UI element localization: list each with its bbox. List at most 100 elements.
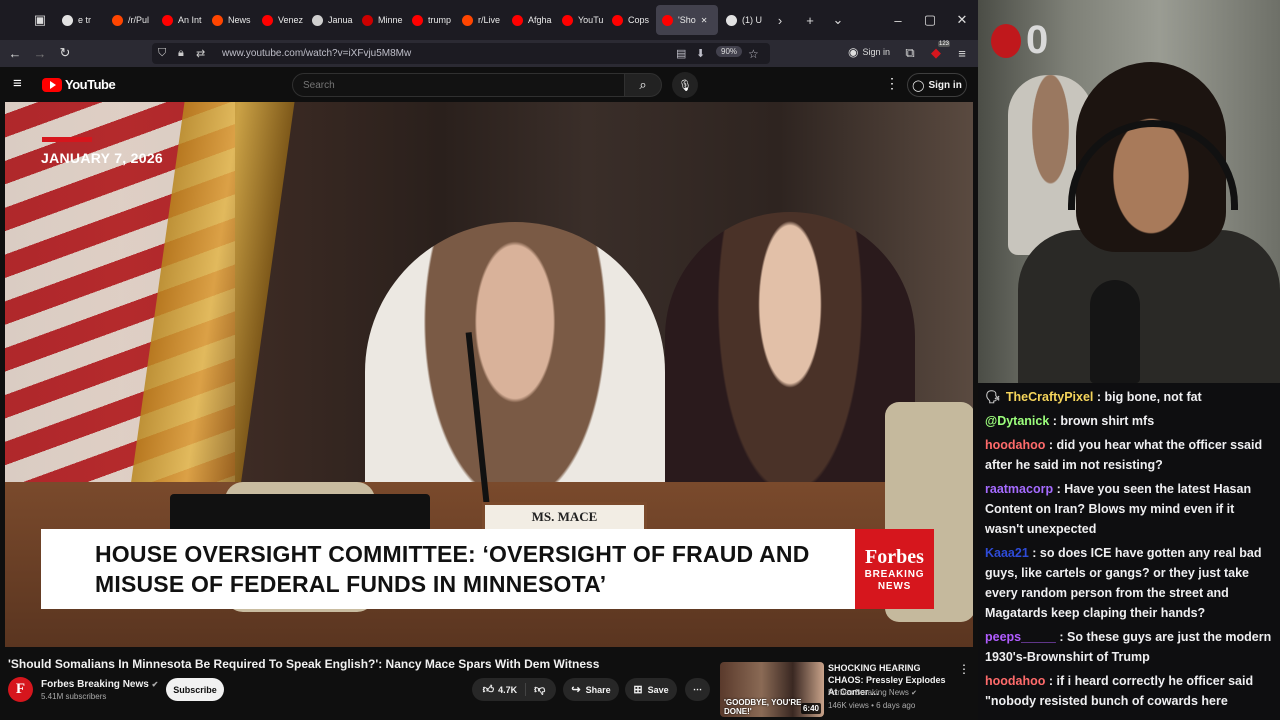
- browser-tab[interactable]: Minne: [356, 5, 404, 35]
- new-tab-icon[interactable]: +: [798, 8, 822, 32]
- save-button[interactable]: ⊞ Save: [625, 678, 677, 701]
- search-button[interactable]: ⌕: [624, 73, 662, 97]
- chat-username[interactable]: hoodahoo: [985, 674, 1045, 688]
- close-window-icon[interactable]: ✕: [950, 8, 974, 32]
- date-accent-bar: [42, 137, 92, 142]
- microphone-icon: 🎙︎: [678, 79, 692, 92]
- video-player[interactable]: MS. MACE JANUARY 7, 2026 HOUSE OVERSIGHT…: [5, 102, 973, 647]
- tab-label: (1) U: [742, 15, 762, 25]
- tab-label: YouTu: [578, 15, 604, 25]
- reload-icon[interactable]: ↻: [55, 43, 75, 63]
- browser-tab[interactable]: Afgha: [506, 5, 554, 35]
- share-label: Share: [585, 684, 611, 695]
- chat-username[interactable]: Kaaa21: [985, 546, 1029, 560]
- tab-label: trump: [428, 15, 452, 25]
- browser-tab[interactable]: YouTu: [556, 5, 604, 35]
- extensions-icon[interactable]: ⧉: [900, 43, 920, 63]
- more-horizontal-icon: ⋯: [693, 684, 702, 694]
- tab-label: News: [228, 15, 251, 25]
- settings-more-icon[interactable]: ⋮: [885, 75, 899, 92]
- permissions-icon[interactable]: ⇄: [196, 47, 210, 60]
- streamer-webcam: 0: [978, 0, 1280, 383]
- chat-message: 🗣 TheCraftyPixel : big bone, not fat: [985, 390, 1202, 404]
- share-button[interactable]: ↪ Share: [563, 678, 619, 701]
- tab-favicon-icon: [726, 14, 737, 26]
- save-label: Save: [647, 684, 669, 695]
- channel-name-text[interactable]: Forbes Breaking News: [41, 679, 149, 690]
- search-input[interactable]: [292, 73, 625, 97]
- forbes-breaking-text: BREAKING: [864, 568, 925, 580]
- browser-tab[interactable]: /r/Pul: [106, 5, 154, 35]
- recommended-channel-text[interactable]: Forbes Breaking News: [828, 688, 909, 697]
- tab-label: Cops: [628, 15, 650, 25]
- zoom-badge[interactable]: 90%: [716, 46, 743, 57]
- tab-label: Afgha: [528, 15, 552, 25]
- chat-username[interactable]: raatmacorp: [985, 482, 1053, 496]
- browser-tab[interactable]: e tr: [56, 5, 104, 35]
- youtube-signin-label: Sign in: [928, 79, 962, 91]
- tab-scroll-right-icon[interactable]: ›: [768, 8, 792, 32]
- recommended-channel[interactable]: Forbes Breaking News ✔: [828, 688, 917, 697]
- browser-tab[interactable]: r/Live: [456, 5, 504, 35]
- menu-icon[interactable]: ≡: [952, 43, 972, 63]
- tab-label: Janua: [328, 15, 353, 25]
- tab-label: An Int: [178, 15, 202, 25]
- back-icon[interactable]: ←: [5, 43, 25, 63]
- overlay-glyph: 0: [1026, 18, 1049, 62]
- close-tab-icon[interactable]: ✕: [701, 16, 708, 25]
- browser-tab[interactable]: An Int: [156, 5, 204, 35]
- youtube-signin-button[interactable]: ◯ Sign in: [907, 73, 967, 97]
- nav-bar: ← → ↻ ⛉ 🔒︎ ⇄ www.youtube.com/watch?v=iXF…: [0, 40, 978, 67]
- chat-username[interactable]: peeps_____: [985, 630, 1056, 644]
- youtube-play-icon: [42, 77, 62, 92]
- like-button[interactable]: 👍︎ 4.7K: [475, 683, 527, 696]
- url-text[interactable]: www.youtube.com/watch?v=iXFvju5M8Mw: [222, 48, 411, 59]
- chat-message: peeps_____ : So these guys are just the …: [985, 630, 1272, 664]
- tab-label: /r/Pul: [128, 15, 150, 25]
- browser-tab[interactable]: (1) U: [720, 5, 768, 35]
- channel-avatar[interactable]: F: [8, 677, 33, 702]
- browser-tab[interactable]: Cops: [606, 5, 654, 35]
- more-actions-button[interactable]: ⋯: [685, 678, 710, 701]
- like-count: 4.7K: [498, 684, 518, 695]
- save-icon: ⊞: [633, 684, 643, 696]
- browser-tab[interactable]: Janua: [306, 5, 354, 35]
- overlay-badge: [991, 24, 1021, 58]
- subscribe-button[interactable]: Subscribe: [166, 678, 224, 701]
- search-icon: ⌕: [639, 77, 647, 92]
- maximize-icon[interactable]: ▢: [918, 8, 942, 32]
- chat-username[interactable]: hoodahoo: [985, 438, 1045, 452]
- extension-badge-icon[interactable]: ◆ 123: [926, 41, 950, 63]
- voice-search-button[interactable]: 🎙︎: [672, 72, 698, 98]
- forbes-breaking-news-logo: Forbes BREAKING NEWS: [855, 529, 934, 609]
- channel-name[interactable]: Forbes Breaking News ✔: [41, 679, 158, 690]
- recommended-thumbnail[interactable]: 'GOODBYE, YOU'RE DONE!' 6:40: [720, 662, 824, 717]
- reader-view-icon[interactable]: ▤: [676, 47, 686, 60]
- hamburger-icon[interactable]: ≡: [13, 75, 22, 92]
- bookmark-star-icon[interactable]: ☆: [748, 47, 759, 61]
- chat-username[interactable]: TheCraftyPixel: [1006, 390, 1094, 404]
- chat-username[interactable]: @Dytanick: [985, 414, 1049, 428]
- browser-tab[interactable]: trump: [406, 5, 454, 35]
- browser-tab[interactable]: News: [206, 5, 254, 35]
- browser-tab[interactable]: Venez: [256, 5, 304, 35]
- forward-icon[interactable]: →: [30, 43, 50, 63]
- shield-icon[interactable]: ⛉: [158, 47, 172, 60]
- dislike-button[interactable]: 👎︎: [526, 683, 553, 696]
- tab-list-icon[interactable]: ▣: [28, 8, 52, 32]
- nameplate: MS. MACE: [482, 502, 647, 532]
- url-bar[interactable]: ⛉ 🔒︎ ⇄ www.youtube.com/watch?v=iXFvju5M8…: [152, 43, 770, 64]
- tab-overflow-icon[interactable]: ⌄: [826, 8, 850, 32]
- tab-label: r/Live: [478, 15, 501, 25]
- forbes-logo-text: Forbes: [865, 545, 924, 568]
- video-title: 'Should Somalians In Minnesota Be Requir…: [8, 657, 600, 671]
- recommended-more-icon[interactable]: ⋮: [958, 662, 970, 676]
- tab-label: 'Sho: [678, 15, 696, 25]
- lock-icon[interactable]: 🔒︎: [178, 47, 192, 60]
- browser-tab[interactable]: 'Sho ✕: [656, 5, 718, 35]
- youtube-logo[interactable]: YouTube: [42, 77, 116, 92]
- minimize-icon[interactable]: –: [886, 8, 910, 32]
- account-button[interactable]: ◉ Sign in: [848, 45, 890, 59]
- download-page-icon[interactable]: ⬇: [696, 47, 705, 60]
- tab-favicon-icon: [62, 14, 73, 26]
